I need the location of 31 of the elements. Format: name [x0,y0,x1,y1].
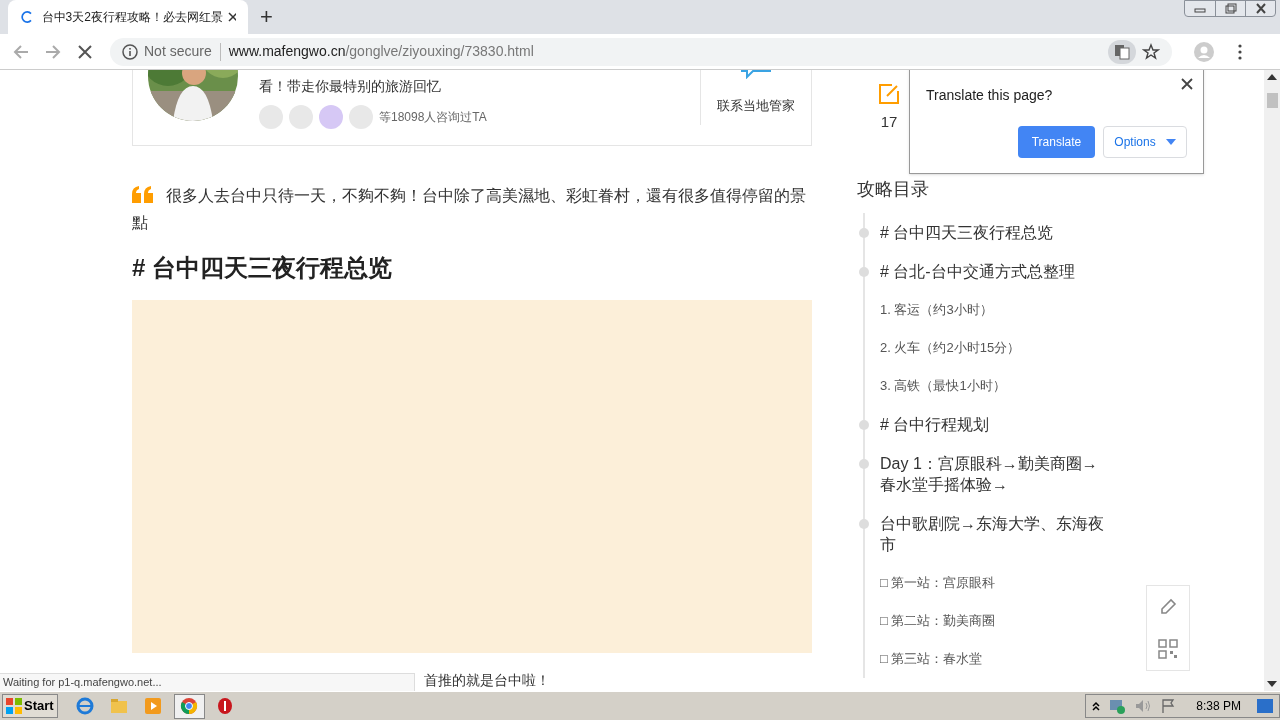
toc-title: 攻略目录 [857,177,930,201]
toc-item[interactable]: # 台中四天三夜行程总览 [880,218,1112,246]
toc-item[interactable]: Day 1：宫原眼科→勤美商圈→春水堂手摇体验→ [880,449,1112,498]
tab-title: 台中3天2夜行程攻略！必去网红景 [41,9,220,26]
body-text: 首推的就是台中啦！ [424,671,551,690]
options-button[interactable]: Options [1103,126,1187,158]
toc-subitem[interactable]: 3. 高铁（最快1小时） [880,366,1127,405]
security-label: Not secure [144,42,212,61]
expert-tagline: 看！带走你最特别的旅游回忆 [259,77,442,96]
toc-item[interactable]: # 台北-台中交通方式总整理 [880,257,1112,285]
toc-subitem[interactable]: □ 第三站：春水堂 [880,639,1127,678]
toc-subitem[interactable]: 2. 火车（约2小时15分） [880,328,1127,367]
clock: 8:38 PM [1196,698,1241,715]
popup-title: Translate this page? [926,86,1053,105]
note-count: 17 [880,112,898,132]
start-button[interactable]: Start [2,694,58,718]
url-text: www.mafengwo.cn/gonglve/ziyouxing/73830.html [228,42,534,61]
translate-button[interactable]: Translate [1018,126,1095,158]
toc-subitem[interactable]: □ 第一站：宫原眼科 [880,563,1127,602]
browser-tab[interactable]: 台中3天2夜行程攻略！必去网红景 [8,0,248,34]
address-bar[interactable]: Not secure www.mafengwo.cn/gonglve/ziyouxing/73830.html [110,37,1172,66]
intro-paragraph: 很多人去台中只待一天，不夠不夠！台中除了高美濕地、彩虹眷村，還有很多值得停留的景點 [132,184,807,233]
toc-item[interactable]: 台中歌剧院→东海大学、东海夜市 [880,509,1112,558]
toc-subitem[interactable]: □ 第二站：勤美商圈 [880,601,1127,640]
section-heading: # 台中四天三夜行程总览 [132,252,393,283]
contact-label[interactable]: 联系当地管家 [717,96,795,116]
toc-subitem[interactable]: 1. 客运（约3小时） [880,290,1127,329]
toc-item[interactable]: # 台中行程规划 [880,410,1112,438]
status-bubble: Waiting for p1-q.mafengwo.net... [0,673,415,691]
new-tab-button[interactable]: + [260,6,273,28]
consult-count: 等18098人咨询过TA [379,109,487,126]
